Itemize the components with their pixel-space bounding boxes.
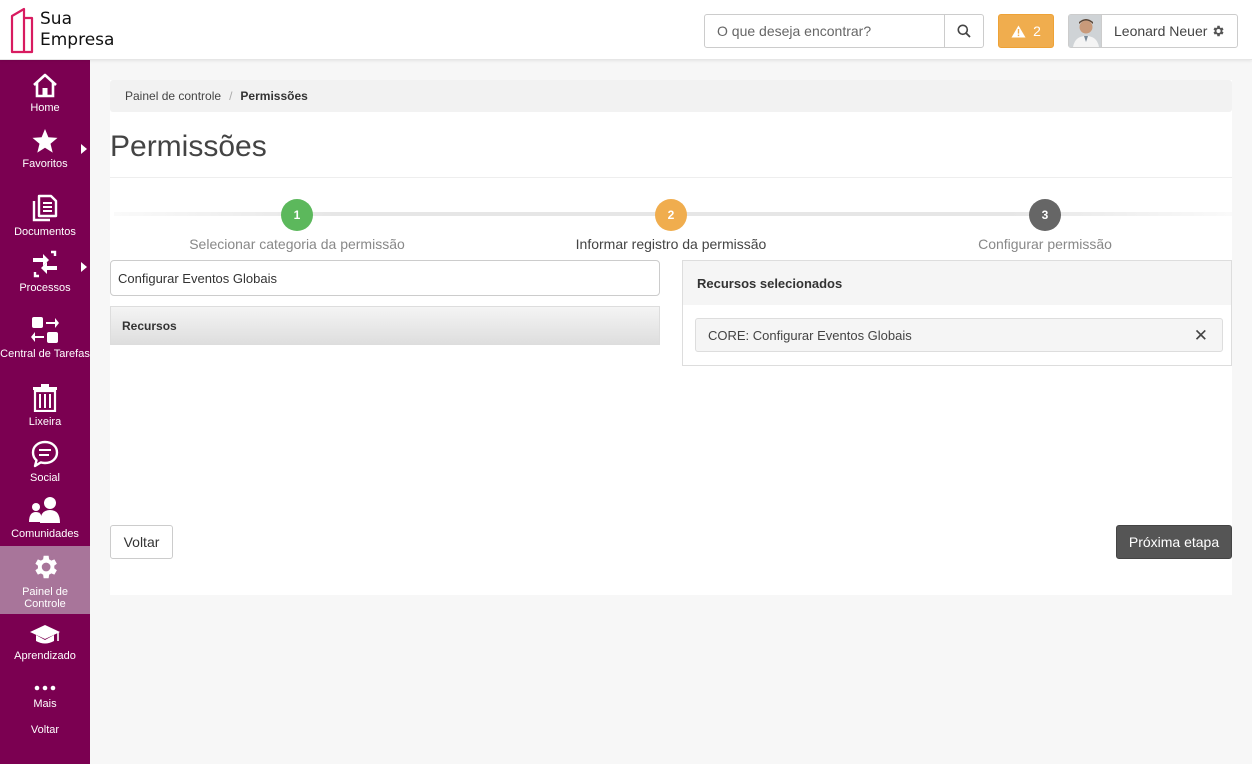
- resource-search-input[interactable]: [110, 260, 660, 296]
- trash-icon: [33, 384, 57, 412]
- step-label: Informar registro da permissão: [575, 236, 767, 252]
- top-header: Sua Empresa 2: [0, 0, 1252, 60]
- close-icon[interactable]: ✕: [1194, 327, 1208, 344]
- communities-icon: [29, 497, 60, 523]
- step-label: Selecionar categoria da permissão: [189, 236, 405, 252]
- sidebar-item-label: Voltar: [30, 724, 60, 736]
- breadcrumb: Painel de controle / Permissões: [110, 80, 1232, 112]
- sidebar: Home Favoritos Documentos Processos Cent…: [0, 60, 90, 764]
- graduation-cap-icon: [30, 625, 60, 644]
- sidebar-item-social[interactable]: Social: [0, 440, 90, 484]
- sidebar-item-label: Social: [30, 472, 60, 484]
- alerts-button[interactable]: 2: [998, 14, 1054, 48]
- sidebar-item-processos[interactable]: Processos: [0, 250, 90, 294]
- sidebar-item-home[interactable]: Home: [0, 72, 90, 114]
- sidebar-item-label: Painel de Controle: [22, 586, 68, 610]
- chat-icon: [31, 440, 59, 468]
- sidebar-item-documentos[interactable]: Documentos: [0, 194, 90, 238]
- chevron-right-icon: [81, 144, 87, 154]
- alerts-count: 2: [1033, 23, 1041, 39]
- sidebar-item-label: Aprendizado: [14, 650, 76, 662]
- step-2: 2 Informar registro da permissão: [521, 199, 821, 252]
- sidebar-item-mais[interactable]: Mais: [0, 680, 90, 710]
- sidebar-item-comunidades[interactable]: Comunidades: [0, 496, 90, 540]
- logo-line-2: Empresa: [40, 30, 115, 50]
- step-1: 1 Selecionar categoria da permissão: [147, 199, 447, 252]
- step-number: 1: [281, 199, 313, 231]
- user-gear-icon: [1211, 24, 1225, 38]
- logo-line-1: Sua: [40, 9, 72, 29]
- selected-resources-panel: Recursos selecionados CORE: Configurar E…: [682, 260, 1232, 366]
- home-icon: [33, 73, 57, 98]
- search-button[interactable]: [944, 15, 983, 47]
- warning-icon: [1011, 25, 1026, 37]
- tasks-icon: [31, 317, 59, 343]
- back-button[interactable]: Voltar: [110, 525, 173, 559]
- sidebar-item-label: Central de Tarefas: [0, 348, 90, 360]
- sidebar-item-label: Documentos: [14, 226, 76, 238]
- star-icon: [32, 129, 58, 153]
- sidebar-item-lixeira[interactable]: Lixeira: [0, 384, 90, 428]
- more-icon: [34, 685, 56, 691]
- documents-icon: [32, 194, 58, 222]
- processes-icon: [33, 250, 57, 278]
- sidebar-item-aprendizado[interactable]: Aprendizado: [0, 622, 90, 662]
- step-number: 3: [1029, 199, 1061, 231]
- sidebar-item-label: Processos: [19, 282, 71, 294]
- sidebar-item-label: Mais: [33, 698, 57, 710]
- divider: [110, 177, 1232, 178]
- breadcrumb-root[interactable]: Painel de controle: [125, 89, 221, 103]
- selected-resource-label: CORE: Configurar Eventos Globais: [708, 327, 912, 343]
- sidebar-item-label: Home: [30, 102, 60, 114]
- avatar: [1069, 15, 1102, 47]
- sidebar-item-voltar[interactable]: Voltar: [0, 724, 90, 736]
- logo-text: Sua Empresa: [40, 9, 114, 51]
- breadcrumb-current: Permissões: [240, 89, 308, 103]
- step-number: 2: [655, 199, 687, 231]
- search-input[interactable]: [705, 15, 944, 47]
- company-logo[interactable]: Sua Empresa: [10, 6, 114, 54]
- selected-resources-header: Recursos selecionados: [683, 261, 1231, 305]
- main-content: Painel de controle / Permissões Permissõ…: [110, 80, 1232, 595]
- user-name: Leonard Neuer: [1114, 23, 1208, 39]
- breadcrumb-separator: /: [229, 89, 233, 103]
- search-box: [704, 14, 984, 48]
- resources-list-header: Recursos: [110, 306, 660, 345]
- search-icon: [957, 24, 971, 38]
- step-label: Configurar permissão: [978, 236, 1112, 252]
- step-3: 3 Configurar permissão: [895, 199, 1195, 252]
- gear-icon: [35, 555, 57, 579]
- sidebar-item-favoritos[interactable]: Favoritos: [0, 128, 90, 170]
- sidebar-item-label: Comunidades: [11, 528, 79, 540]
- chevron-right-icon: [81, 262, 87, 272]
- sidebar-item-central-de-tarefas[interactable]: Central de Tarefas: [0, 316, 90, 360]
- sidebar-item-label: Lixeira: [28, 416, 62, 428]
- next-step-button[interactable]: Próxima etapa: [1116, 525, 1232, 559]
- logo-mark-icon: [10, 7, 34, 54]
- sidebar-item-label: Favoritos: [22, 158, 68, 170]
- user-menu-button[interactable]: Leonard Neuer: [1068, 14, 1238, 48]
- page-title: Permissões: [110, 130, 267, 163]
- selected-resource-item: CORE: Configurar Eventos Globais ✕: [695, 318, 1223, 352]
- sidebar-item-painel-de-controle[interactable]: Painel de Controle: [0, 546, 90, 614]
